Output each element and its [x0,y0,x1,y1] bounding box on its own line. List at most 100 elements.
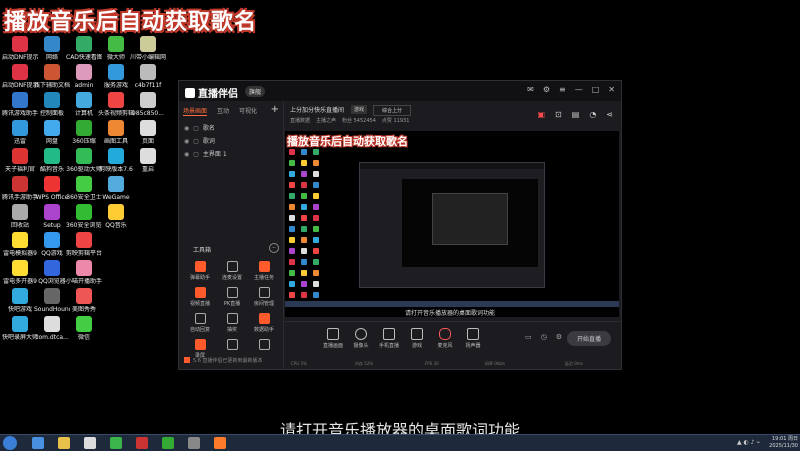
desktop-icon[interactable]: 服务游戏 [98,64,134,89]
desktop-icon[interactable]: 头条视频剪辑 [98,92,134,117]
collapse-toolbox-icon[interactable]: − [269,243,279,253]
ie-icon[interactable] [32,437,44,449]
tab-visual[interactable]: 可视化 [239,108,257,115]
menu-icon[interactable]: ≡ [559,85,566,94]
desktop-icon[interactable]: 酷狗音乐 [34,148,70,173]
desktop-icon[interactable]: 画图工具 [98,120,134,145]
close-icon[interactable]: ✕ [608,85,615,94]
clock[interactable]: 19:01 周日 2025/11/30 [769,436,798,450]
stream-preview[interactable]: 播放音乐后自动获取歌名 请打开音乐播放器的桌面歌词功能 [285,131,619,317]
toolbox-item[interactable]: PK直播 [217,287,247,307]
tab-scenes[interactable]: 场景画面 [183,108,208,116]
desktop-icon[interactable]: admin [66,64,102,89]
desktop-icon[interactable]: 计算机 [66,92,102,117]
stream-title[interactable]: 上分加分快乐直播间 [290,105,344,114]
desktop-icon[interactable]: 360安全浏览器 [66,204,102,229]
game-button[interactable]: 游戏 [403,328,431,349]
start-button[interactable] [3,436,17,450]
desktop-icon[interactable]: 回收站 [2,204,38,229]
desktop-icon[interactable]: 985c850... [130,92,166,117]
desktop-icon[interactable]: com.dtca... [34,316,70,341]
screen-capture-button[interactable]: 直播画面 [319,328,347,349]
system-tray[interactable]: ▲ ◐ ♪ ⌁ [737,439,760,446]
desktop-icon[interactable]: 雷电模拟器9 [2,232,38,257]
desktop-icon[interactable]: 360安全卫士 [66,176,102,201]
add-scene-button[interactable]: + [271,104,279,115]
toolbox-item[interactable]: 自动回复 [185,313,215,333]
meta-item[interactable]: 主播之声 [316,118,336,124]
lock-icon[interactable]: ▢ [193,125,199,132]
folder-icon[interactable] [58,437,70,449]
desktop-icon[interactable]: 控制面板 [34,92,70,117]
toolbox-item[interactable]: 房间管理 [249,287,279,307]
desktop-icon[interactable]: 迅雷 [2,120,38,145]
desktop-icon[interactable]: 雷电多开器9 [2,260,38,285]
desktop-icon[interactable]: QQ浏览器 [34,260,70,285]
desktop-icon[interactable]: 360压缩 [66,120,102,145]
start-live-button[interactable]: 开始直播 [566,331,611,346]
speaker-button[interactable]: 扬声器 [459,328,487,349]
game-app-icon[interactable] [136,437,148,449]
bell-icon[interactable]: ◔ [589,110,596,119]
toolbox-item[interactable]: 连麦设置 [217,261,247,281]
desktop-icon[interactable]: WeGame [98,176,134,201]
meta-item[interactable]: 直播数据 [290,118,310,124]
toolbox-item[interactable]: 主播任务 [249,261,279,281]
toolbox-item[interactable]: 抽奖 [217,313,247,333]
toolbox-item[interactable]: 数据助手 [249,313,279,333]
desktop-icon[interactable]: 重启 [130,148,166,173]
desktop-icon[interactable]: 剪映版本7.6 [98,148,134,173]
desktop-icon[interactable]: 美图秀秀 [66,288,102,313]
microphone-button[interactable]: 麦克风 [431,328,459,349]
desktop-icon[interactable]: 网盘 [34,120,70,145]
lock-icon[interactable]: ▢ [193,151,199,158]
desktop-icon[interactable]: SoundHound [34,288,70,313]
desktop-icon[interactable]: 微大师 [98,36,134,61]
toolbox-item[interactable]: 弹幕助手 [185,261,215,281]
gear-icon[interactable]: ⚙ [556,333,562,341]
desktop-icon[interactable]: 腾讯手游助手 [2,176,38,201]
scene-item[interactable]: ◉ ▢ 主界面 1 [184,149,227,158]
desktop-icon[interactable]: 页面 [130,120,166,145]
share-icon[interactable]: ⋖ [606,110,613,119]
tab-interact[interactable]: 互动 [217,108,229,115]
scene-item[interactable]: ◉ ▢ 歌名 [184,123,215,132]
minimize-icon[interactable]: — [575,85,583,94]
eye-icon[interactable]: ◉ [184,138,189,145]
desktop-icon[interactable]: 剪映剪辑平台 [66,232,102,257]
desktop-icon[interactable]: 启动DNF提示器（... [2,64,38,89]
desktop-icon[interactable]: 天子福利官 [2,148,38,173]
message-icon[interactable]: ✉ [527,85,534,94]
desktop-icon[interactable]: c4b7f11f [130,64,166,89]
browser-icon[interactable] [110,437,122,449]
desktop-icon[interactable]: 微信 [66,316,102,341]
desktop-icon[interactable]: 快吧录屏大师 [2,316,38,341]
desktop-icon[interactable]: CAD快速看图 [66,36,102,61]
clipboard-icon[interactable]: ▤ [572,110,580,119]
desktop-icon[interactable]: 启动DNF提示器 [2,36,38,61]
desktop-icon[interactable]: 360驱动大师 [66,148,102,173]
eye-icon[interactable]: ◉ [184,125,189,132]
toolbox-item[interactable] [217,339,247,352]
wechat-icon[interactable] [162,437,174,449]
camera-button[interactable]: 摄像头 [347,328,375,349]
desktop-icon[interactable]: 网络 [34,36,70,61]
desktop-icon[interactable]: 川带小编辑网 [130,36,166,61]
desktop-icon[interactable]: 线下辅助文档 [34,64,70,89]
clock-icon[interactable]: ◷ [541,333,547,341]
scene-item[interactable]: ◉ ▢ 歌词 [184,136,215,145]
settings-icon[interactable]: ⚙ [543,85,550,94]
doc-icon[interactable] [188,437,200,449]
live-app-icon[interactable] [214,437,226,449]
gift-icon[interactable]: ▣ [537,110,545,119]
category-select[interactable]: 综合上分 [373,105,412,116]
desktop-icon[interactable]: QQ游戏 [34,232,70,257]
toolbox-item[interactable] [249,339,279,352]
record-icon[interactable]: ▭ [525,333,532,341]
toolbox-item[interactable]: 视频直播 [185,287,215,307]
desktop-icon[interactable]: 小喵开播助手 [66,260,102,285]
maximize-icon[interactable]: □ [592,85,600,94]
desktop-icon[interactable]: QQ音乐 [98,204,134,229]
phone-live-button[interactable]: 手机直播 [375,328,403,349]
media-icon[interactable] [84,437,96,449]
